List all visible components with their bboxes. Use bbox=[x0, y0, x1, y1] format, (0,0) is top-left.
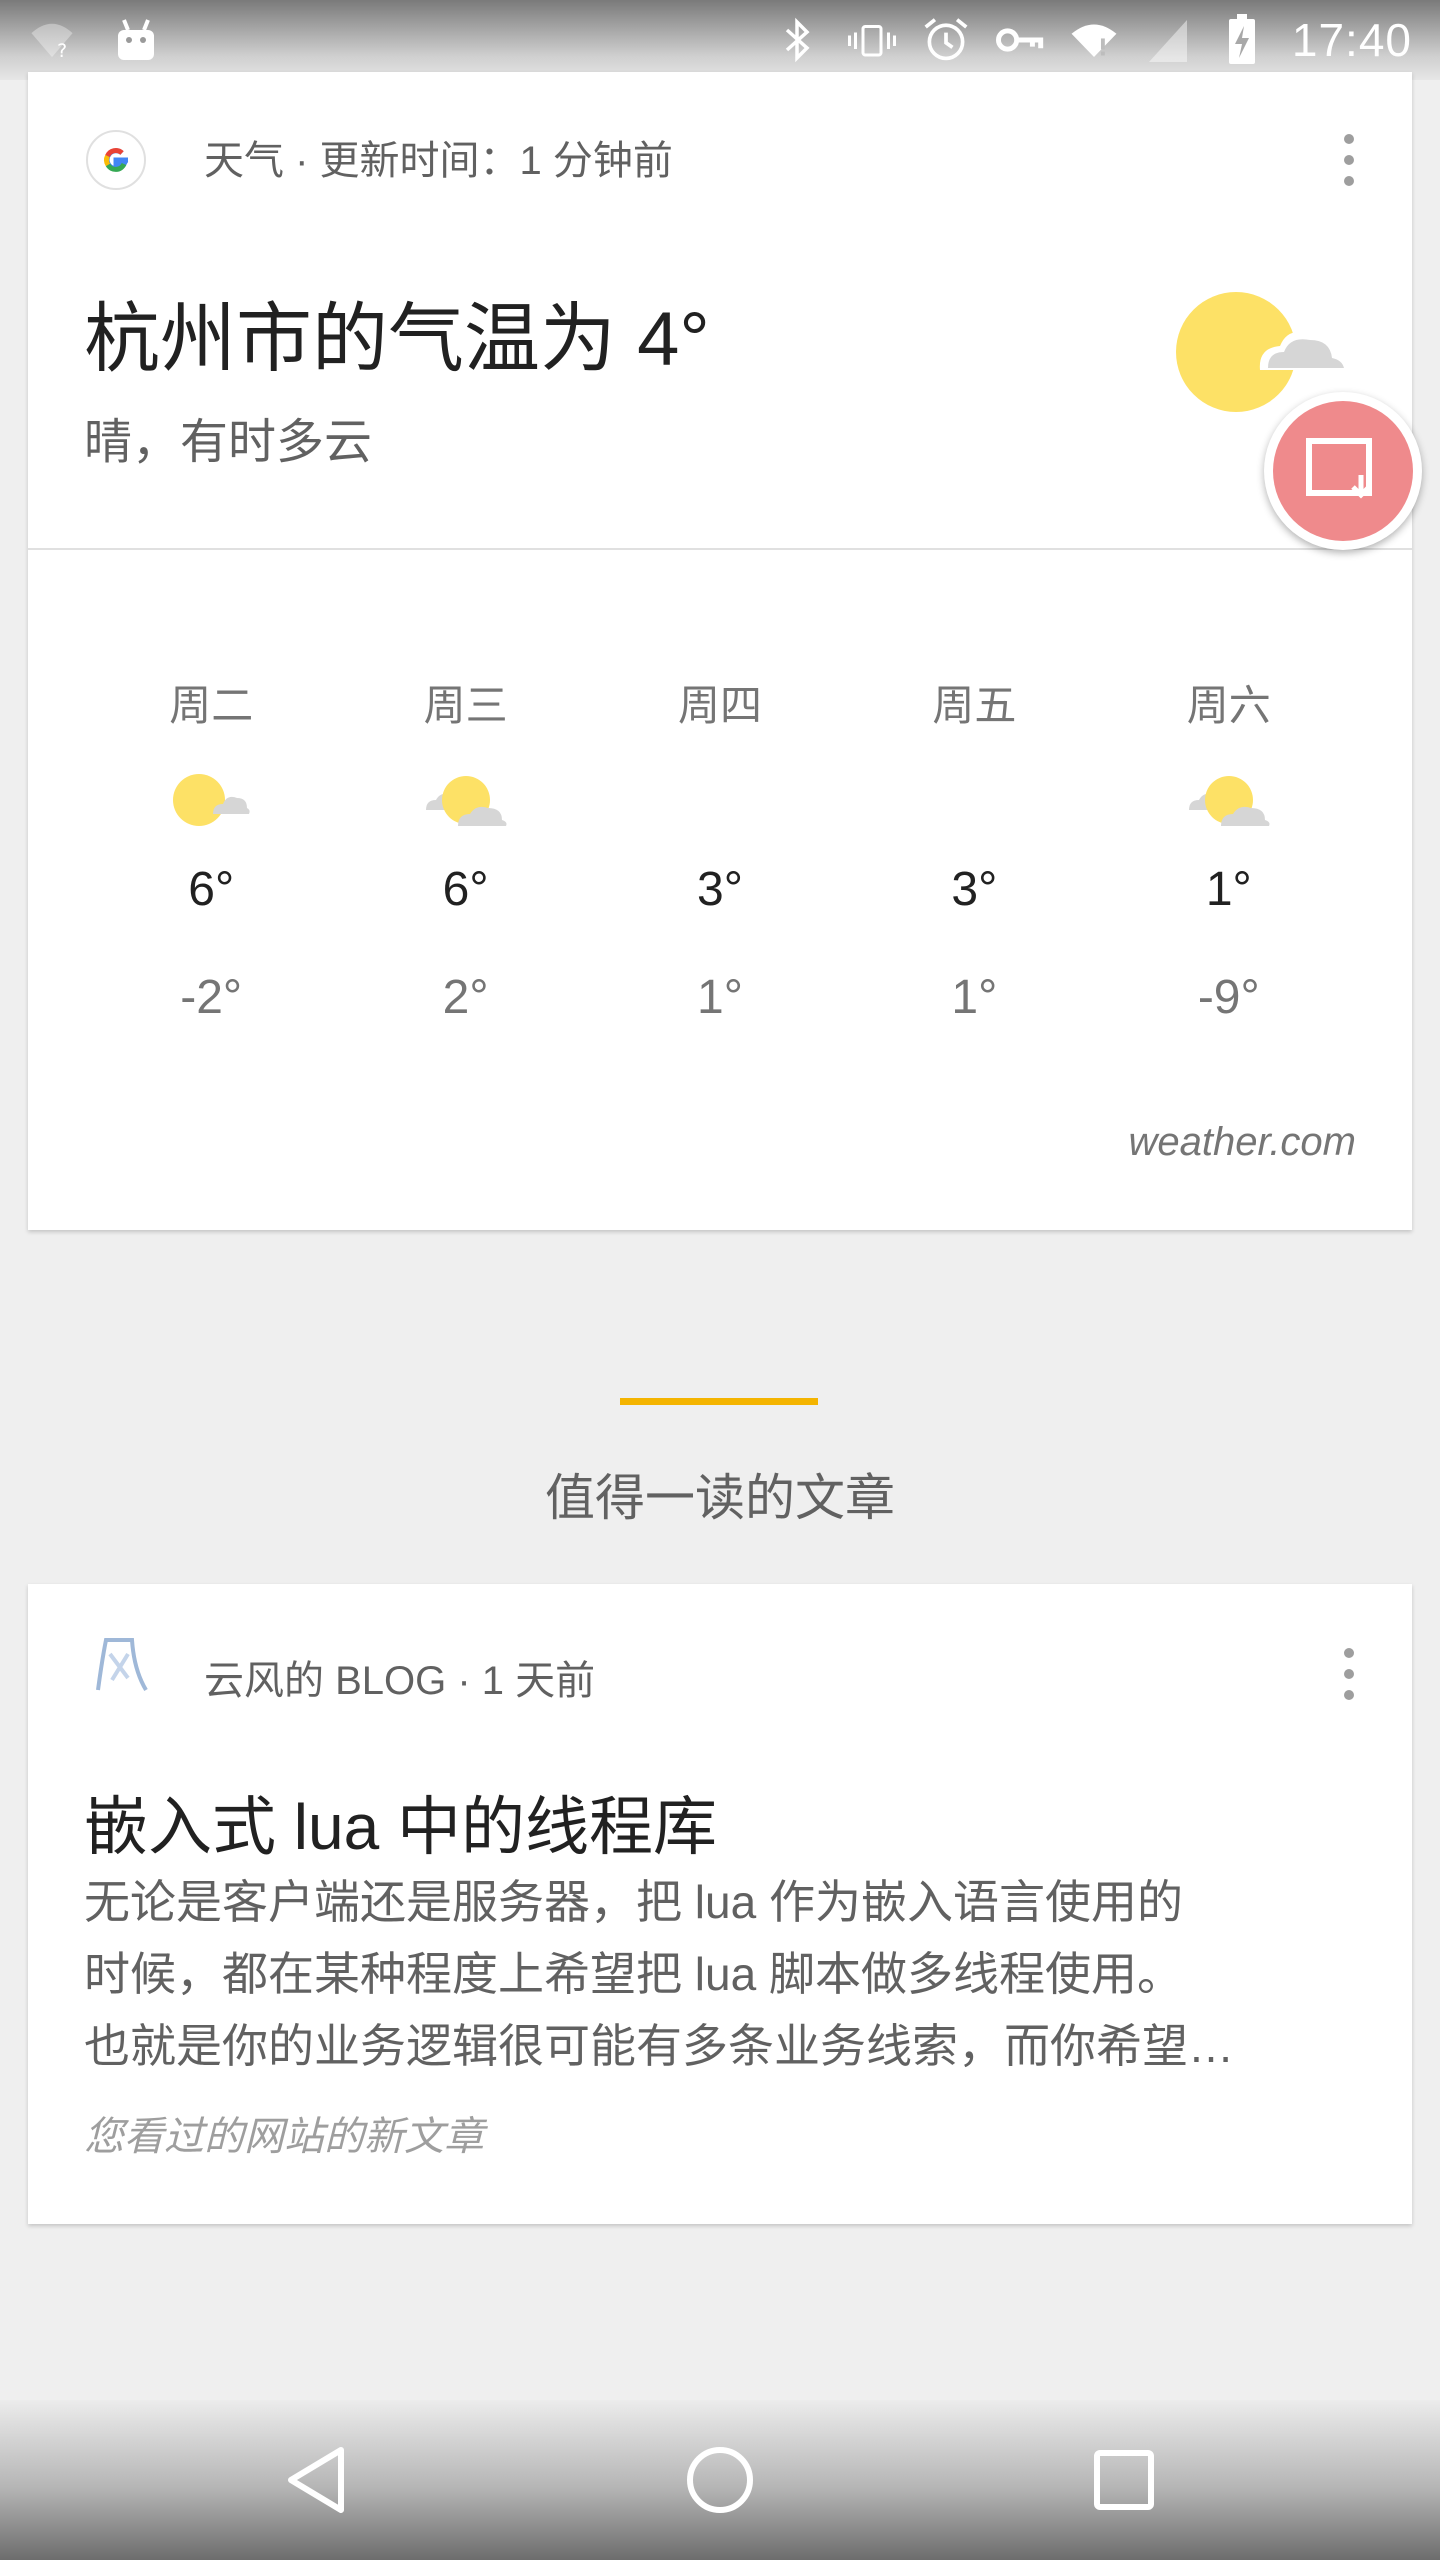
status-bar: ? 17:40 bbox=[0, 0, 1440, 80]
wifi-icon bbox=[1070, 16, 1118, 64]
weather-overflow-menu-icon[interactable] bbox=[1342, 134, 1356, 186]
home-icon[interactable] bbox=[680, 2440, 760, 2520]
partly-cloudy-icon bbox=[1184, 760, 1274, 840]
screenshot-button[interactable] bbox=[1264, 392, 1422, 550]
forecast-day-name: 周三 bbox=[423, 682, 508, 729]
partly-cloudy-icon bbox=[421, 760, 511, 840]
weather-card-header: 天气 · 更新时间：1 分钟前 bbox=[28, 72, 1412, 242]
weather-icon-empty bbox=[929, 760, 1019, 840]
current-temperature-title: 杭州市的气温为 4° bbox=[84, 297, 710, 382]
article-card[interactable]: 云风的 BLOG · 1 天前 嵌入式 lua 中的线程库 无论是客户端还是服务… bbox=[28, 1584, 1412, 2224]
forecast-day-name: 周五 bbox=[932, 682, 1017, 729]
article-snippet-line: 时候，都在某种程度上希望把 lua 脚本做多线程使用。 bbox=[84, 1948, 1183, 2000]
forecast-day-name: 周六 bbox=[1186, 682, 1271, 729]
forecast-high: 6° bbox=[442, 863, 489, 916]
weather-card-source-time: 天气 · 更新时间：1 分钟前 bbox=[204, 139, 673, 183]
article-title[interactable]: 嵌入式 lua 中的线程库 bbox=[84, 1776, 717, 1868]
forecast-high: 3° bbox=[951, 863, 998, 916]
forecast-high: 1° bbox=[1205, 863, 1252, 916]
article-snippet-line: 无论是客户端还是服务器，把 lua 作为嵌入语言使用的 bbox=[84, 1876, 1183, 1928]
forecast-day: 周四 3° 1° bbox=[593, 672, 847, 1030]
forecast-low: 1° bbox=[951, 971, 998, 1024]
forecast-day: 周二 6° -2° bbox=[84, 672, 338, 1030]
article-snippet: 无论是客户端还是服务器，把 lua 作为嵌入语言使用的 时候，都在某种程度上希望… bbox=[84, 1866, 1354, 2082]
blog-logo-icon bbox=[84, 1630, 154, 1705]
forecast-high: 3° bbox=[697, 863, 743, 916]
forecast-low: 2° bbox=[442, 971, 489, 1024]
forecast-row: 周二 6° -2° 周三 6° 2° 周四 3° 1° 周五 3° 1° 周六 … bbox=[84, 672, 1356, 1030]
wifi-unknown-icon: ? bbox=[28, 16, 76, 64]
forecast-day-name: 周二 bbox=[169, 682, 254, 729]
vpn-key-icon bbox=[995, 16, 1044, 64]
weather-divider bbox=[28, 548, 1412, 550]
article-reason: 您看过的网站的新文章 bbox=[84, 2115, 484, 2159]
signal-icon bbox=[1144, 16, 1192, 64]
navigation-bar bbox=[0, 2400, 1440, 2560]
vibrate-icon bbox=[847, 16, 896, 64]
clock: 17:40 bbox=[1291, 14, 1412, 66]
forecast-high: 6° bbox=[188, 863, 235, 916]
weather-icon-empty bbox=[675, 760, 765, 840]
svg-text:?: ? bbox=[57, 41, 67, 62]
forecast-day-name: 周四 bbox=[677, 682, 762, 729]
android-icon bbox=[112, 16, 160, 64]
bluetooth-icon bbox=[774, 16, 822, 64]
screenshot-icon bbox=[1305, 437, 1381, 506]
section-accent-bar bbox=[620, 1398, 818, 1405]
section-title: 值得一读的文章 bbox=[545, 1470, 895, 1526]
recents-icon[interactable] bbox=[1084, 2440, 1164, 2520]
forecast-low: -9° bbox=[1197, 971, 1260, 1024]
alarm-icon bbox=[922, 16, 970, 64]
weather-condition: 晴，有时多云 bbox=[84, 416, 373, 469]
article-snippet-line: 也就是你的业务逻辑很可能有多条业务线索，而你希望… bbox=[84, 2020, 1234, 2072]
forecast-low: 1° bbox=[697, 971, 743, 1024]
weather-card[interactable]: 天气 · 更新时间：1 分钟前 杭州市的气温为 4° 晴，有时多云 周二 6° … bbox=[28, 72, 1412, 1230]
forecast-day: 周六 1° -9° bbox=[1102, 672, 1356, 1030]
weather-source-link[interactable]: weather.com bbox=[1129, 1120, 1357, 1165]
article-overflow-menu-icon[interactable] bbox=[1342, 1648, 1356, 1700]
back-icon[interactable] bbox=[276, 2440, 356, 2520]
forecast-low: -2° bbox=[180, 971, 243, 1024]
forecast-day: 周三 6° 2° bbox=[338, 672, 592, 1030]
article-source-time: 云风的 BLOG · 1 天前 bbox=[204, 1659, 596, 1703]
sun-small-cloud-icon bbox=[166, 760, 256, 840]
forecast-day: 周五 3° 1° bbox=[847, 672, 1101, 1030]
google-logo-icon bbox=[86, 130, 146, 195]
battery-charging-icon bbox=[1218, 14, 1266, 64]
